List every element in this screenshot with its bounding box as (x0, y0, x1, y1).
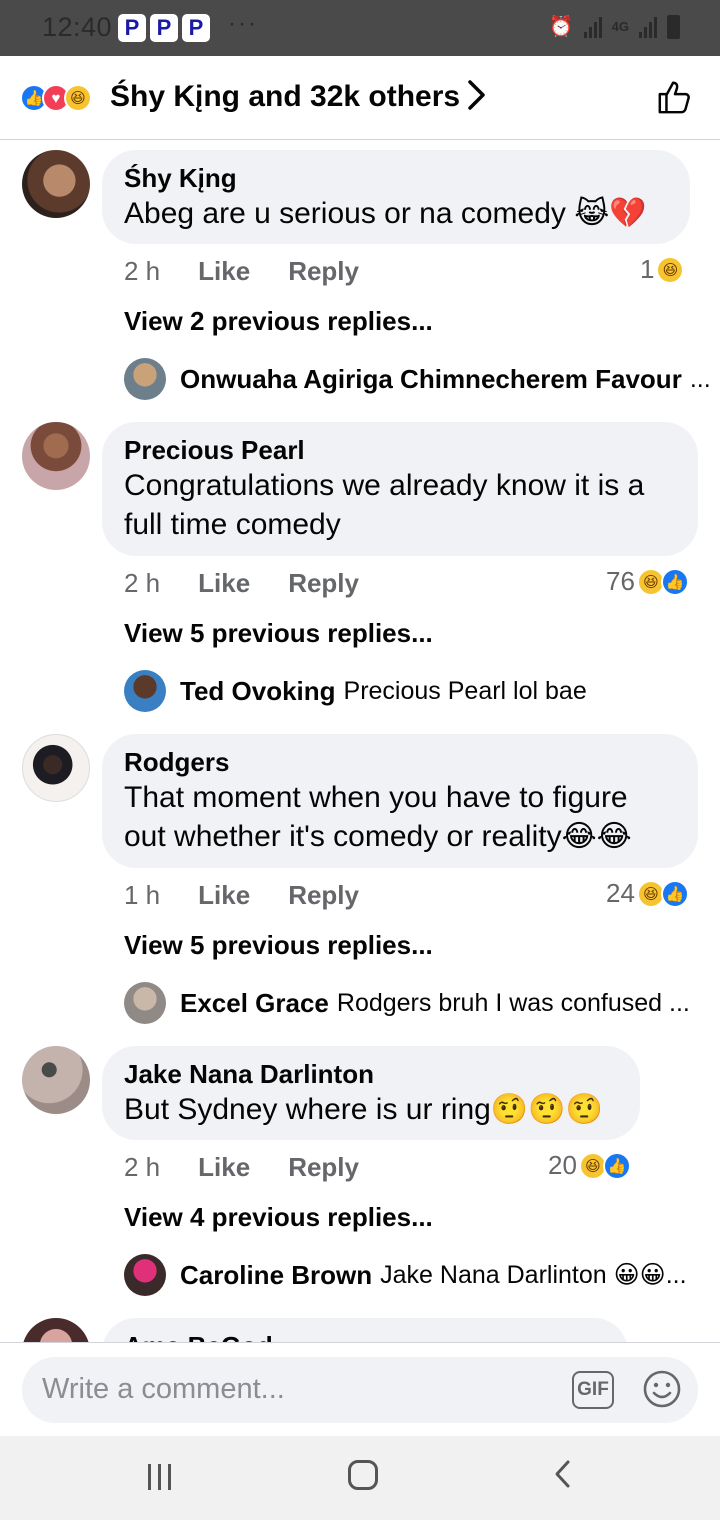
comment-time: 2 h (124, 256, 161, 286)
reply-preview[interactable]: Ted Ovoking Precious Pearl lol bae (124, 670, 587, 712)
haha-icon: 😆 (64, 84, 92, 112)
reply-text: Jake Nana Darlinton 😀😀... (380, 1261, 687, 1289)
comment-input[interactable]: Write a comment... GIF (22, 1357, 698, 1423)
comment-time: 1 h (124, 880, 161, 910)
reply-text: Rodgers bruh I was confused ... (336, 988, 690, 1017)
network-type: 4G (611, 19, 629, 34)
avatar[interactable] (124, 358, 166, 400)
avatar[interactable] (124, 670, 166, 712)
reaction-count[interactable]: 24 😆 👍 (606, 878, 689, 909)
comment-bubble[interactable]: Śhy Kįng Abeg are u serious or na comedy… (102, 150, 690, 244)
view-previous-replies[interactable]: View 2 previous replies... (124, 306, 433, 337)
reaction-count-value: 1 (640, 254, 655, 284)
reply-button[interactable]: Reply (288, 1152, 359, 1183)
view-previous-replies[interactable]: View 5 previous replies... (124, 618, 433, 649)
reaction-count-value: 24 (606, 878, 635, 908)
haha-icon: 😆 (656, 255, 685, 284)
comment-time: 2 h (124, 1152, 161, 1182)
reply-button[interactable]: Reply (288, 880, 359, 911)
home-icon[interactable] (348, 1460, 378, 1490)
like-button[interactable]: Like (198, 1152, 250, 1183)
reaction-count-value: 20 (548, 1150, 577, 1180)
reply-button[interactable]: Reply (288, 568, 359, 599)
comment-author[interactable]: Jake Nana Darlinton (124, 1058, 618, 1090)
comment-composer: Write a comment... GIF (0, 1342, 720, 1436)
like-button[interactable]: Like (198, 256, 250, 287)
reactions-header[interactable]: 👍 ♥ 😆 Śhy Kįng and 32k others (0, 56, 720, 140)
comment-placeholder: Write a comment... (42, 1373, 285, 1405)
status-right-icons: ⏰ 4G (549, 14, 680, 39)
comment-text: That moment when you have to figure out … (124, 781, 632, 853)
reply-author[interactable]: Ted Ovoking (180, 676, 336, 707)
comment-bubble[interactable]: Rodgers That moment when you have to fig… (102, 734, 698, 868)
reply-text: ... (689, 364, 711, 393)
alarm-icon: ⏰ (548, 16, 574, 38)
avatar[interactable] (22, 1046, 90, 1114)
comment-bubble[interactable]: Jake Nana Darlinton But Sydney where is … (102, 1046, 640, 1140)
comment-text: Abeg are u serious or na comedy 😹💔 (124, 197, 647, 230)
reply-text: Precious Pearl lol bae (343, 676, 587, 705)
avatar[interactable] (22, 422, 90, 490)
battery-icon (667, 14, 680, 39)
like-icon: 👍 (660, 567, 689, 596)
reply-author[interactable]: Onwuaha Agiriga Chimnecherem Favour (180, 364, 682, 395)
avatar[interactable] (124, 982, 166, 1024)
comment-actions: 1 h Like Reply (124, 880, 359, 911)
notification-icons: P P P (118, 14, 210, 42)
reply-author[interactable]: Caroline Brown (180, 1260, 372, 1291)
like-button[interactable]: Like (198, 880, 250, 911)
reply-preview[interactable]: Onwuaha Agiriga Chimnecherem Favour ... (124, 358, 711, 400)
comment-actions: 2 h Like Reply (124, 568, 359, 599)
like-button[interactable]: Like (198, 568, 250, 599)
gif-button[interactable]: GIF (572, 1371, 614, 1409)
reaction-count[interactable]: 1 😆 (640, 254, 685, 285)
avatar[interactable] (124, 1254, 166, 1296)
comment-text: But Sydney where is ur ring🤨🤨🤨 (124, 1093, 603, 1126)
comment-author[interactable]: Śhy Kįng (124, 162, 668, 194)
chevron-right-icon[interactable] (466, 78, 488, 120)
comment-author[interactable]: Precious Pearl (124, 434, 676, 466)
reply-preview[interactable]: Caroline Brown Jake Nana Darlinton 😀😀... (124, 1254, 687, 1296)
view-previous-replies[interactable]: View 4 previous replies... (124, 1202, 433, 1233)
comments-sheet: 👍 ♥ 😆 Śhy Kįng and 32k others Śhy Kįng A… (0, 56, 720, 1436)
comment-time: 2 h (124, 568, 161, 598)
app-p-icon: P (118, 14, 146, 42)
app-p-icon: P (150, 14, 178, 42)
signal-icon (583, 16, 602, 38)
more-notifications-icon: ··· (228, 10, 258, 37)
status-time: 12:40 (42, 12, 113, 42)
comment-actions: 2 h Like Reply (124, 256, 359, 287)
comment-actions: 2 h Like Reply (124, 1152, 359, 1183)
reply-author[interactable]: Excel Grace (180, 988, 329, 1019)
emoji-icon[interactable] (642, 1369, 682, 1409)
comment-bubble[interactable]: Precious Pearl Congratulations we alread… (102, 422, 698, 556)
status-bar: 12:40 P P P ··· ⏰ 4G (0, 0, 720, 56)
comment-author[interactable]: Rodgers (124, 746, 676, 778)
signal-icon-2 (639, 16, 657, 38)
view-previous-replies[interactable]: View 5 previous replies... (124, 930, 433, 961)
like-icon: 👍 (602, 1151, 631, 1180)
recent-apps-icon[interactable] (148, 1464, 178, 1490)
likers-summary[interactable]: Śhy Kįng and 32k others (110, 80, 460, 114)
reaction-icons: 👍 ♥ 😆 (20, 84, 92, 112)
comment-text: Congratulations we already know it is a … (124, 469, 645, 541)
thumbs-up-icon[interactable] (656, 78, 694, 116)
reaction-count[interactable]: 20 😆 👍 (548, 1150, 631, 1181)
reaction-count[interactable]: 76 😆 👍 (606, 566, 689, 597)
reaction-count-value: 76 (606, 566, 635, 596)
system-nav-bar (0, 1436, 720, 1520)
back-icon[interactable] (550, 1456, 574, 1501)
reply-preview[interactable]: Excel Grace Rodgers bruh I was confused … (124, 982, 690, 1024)
avatar[interactable] (22, 150, 90, 218)
reply-button[interactable]: Reply (288, 256, 359, 287)
app-p-icon: P (182, 14, 210, 42)
avatar[interactable] (22, 734, 90, 802)
like-icon: 👍 (660, 879, 689, 908)
